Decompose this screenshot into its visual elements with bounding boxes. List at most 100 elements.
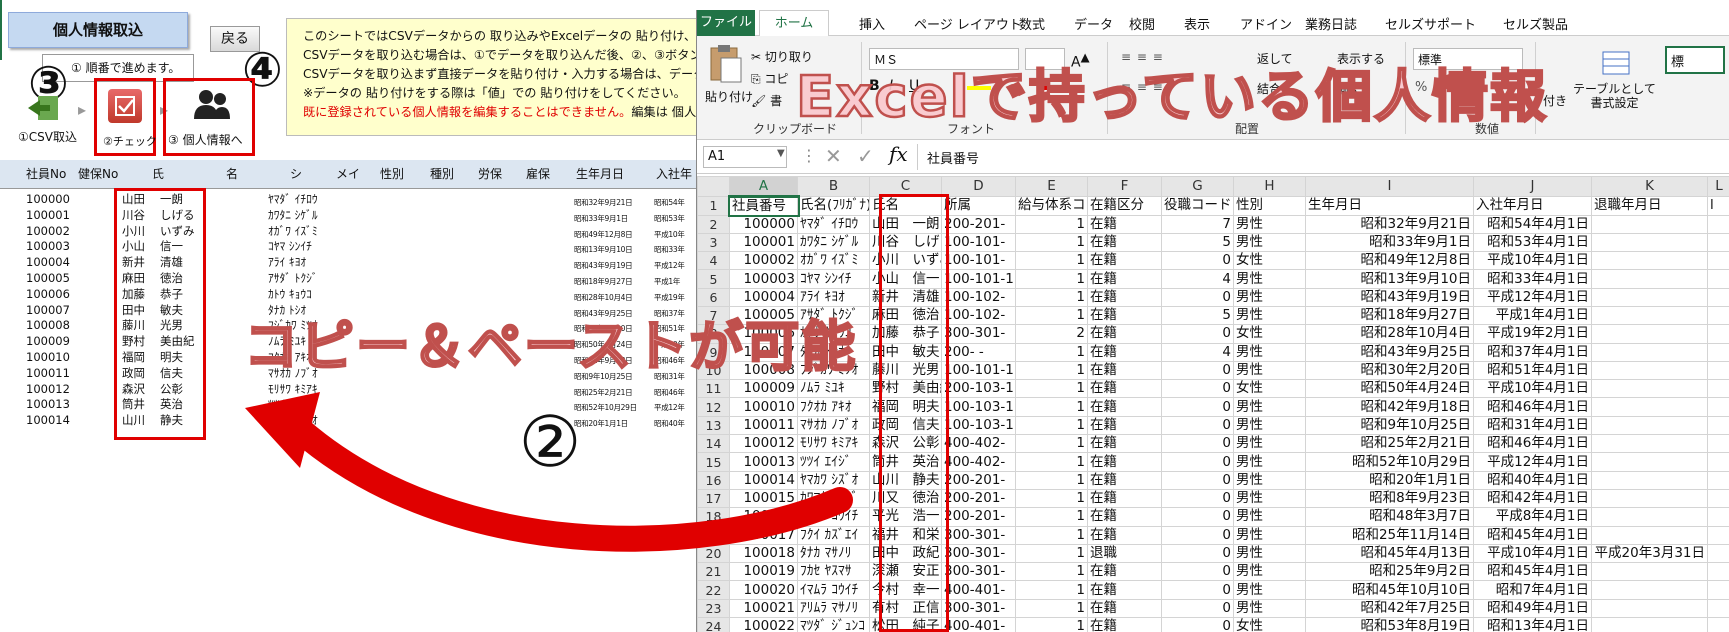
formula-input[interactable]: 社員番号 (927, 148, 979, 167)
cell[interactable]: 100-101-1 (941, 269, 1016, 289)
cell[interactable]: 平成10年4月1日 (1473, 379, 1592, 399)
cell[interactable]: ﾏｻｵｶ ﾉﾌﾞｵ (797, 415, 870, 436)
cell[interactable] (1591, 562, 1708, 582)
cell[interactable]: 400-402- (941, 452, 1016, 472)
cell[interactable]: 昭和28年10月4日 (1305, 324, 1474, 344)
cell[interactable]: 1 (1015, 452, 1088, 472)
cell[interactable]: ﾓﾘｻﾜ ｷﾐｱｷ (797, 434, 870, 454)
cell[interactable]: 男性 (1233, 360, 1306, 381)
cell[interactable] (1707, 232, 1729, 253)
header-cell[interactable]: 給与体系コ (1015, 196, 1088, 216)
cell[interactable]: 100000 (729, 214, 798, 234)
cell[interactable] (1591, 617, 1708, 632)
cell[interactable]: 女性 (1233, 617, 1306, 632)
cell[interactable]: 1 (1015, 580, 1088, 600)
paste-button[interactable]: 貼り付け (705, 44, 753, 116)
cell[interactable]: 在籍 (1087, 305, 1162, 326)
cell[interactable]: 男性 (1233, 562, 1306, 582)
cell[interactable]: 昭和30年2月20日 (1305, 360, 1474, 381)
cell[interactable]: 男性 (1233, 305, 1306, 326)
cell[interactable]: 100002 (729, 251, 798, 271)
cell[interactable]: 昭和48年3月7日 (1305, 507, 1474, 527)
cell[interactable]: 1 (1015, 488, 1088, 509)
header-cell[interactable]: 入社年月日 (1473, 196, 1592, 216)
row-header[interactable]: 20 (697, 543, 730, 564)
cell[interactable]: 男性 (1233, 434, 1306, 454)
tab-work-log[interactable]: 業務日誌 (1305, 14, 1357, 33)
cell[interactable] (1707, 525, 1729, 545)
cell[interactable]: 在籍 (1087, 580, 1162, 600)
cell[interactable]: ﾌｶｾ ﾔｽﾏｻ (797, 562, 870, 582)
cell[interactable] (1707, 324, 1729, 344)
cell[interactable]: 300-301- (941, 562, 1016, 582)
cell[interactable]: ﾔﾏｶﾜ ｼｽﾞｵ (797, 470, 870, 490)
cell[interactable]: 平成8年4月1日 (1473, 507, 1592, 527)
cell[interactable]: ﾌｸｲ ｶｽﾞｴｲ (797, 525, 870, 545)
cell[interactable]: 400-401- (941, 580, 1016, 600)
cell[interactable]: 男性 (1233, 598, 1306, 619)
cell[interactable]: 100015 (729, 488, 798, 509)
cell[interactable]: 昭和53年4月1日 (1473, 232, 1592, 253)
cell[interactable] (1707, 360, 1729, 381)
header-cell[interactable]: 在籍区分 (1087, 196, 1162, 216)
cell[interactable]: 在籍 (1087, 251, 1162, 271)
row-header[interactable]: 5 (697, 269, 730, 289)
cell[interactable]: 昭和42年9月18日 (1305, 397, 1474, 417)
cell[interactable] (1591, 452, 1708, 472)
column-header[interactable]: I (1305, 176, 1474, 197)
cell[interactable]: ﾏﾂﾀﾞ ｼﾞｭﾝｺ (797, 617, 870, 632)
cell[interactable]: 在籍 (1087, 397, 1162, 417)
cell[interactable]: 在籍 (1087, 342, 1162, 362)
cell[interactable]: 0 (1161, 379, 1234, 399)
cell[interactable]: 退職 (1087, 543, 1162, 564)
header-cell[interactable]: 生年月日 (1305, 196, 1474, 216)
cell[interactable]: 平成12年4月1日 (1473, 452, 1592, 472)
cell[interactable] (1707, 415, 1729, 436)
cell[interactable] (1707, 305, 1729, 326)
cell[interactable]: 在籍 (1087, 434, 1162, 454)
cell[interactable]: 1 (1015, 598, 1088, 619)
cell[interactable]: 昭和7年4月1日 (1473, 580, 1592, 600)
cell[interactable]: 400-402- (941, 434, 1016, 454)
cell[interactable]: 100003 (729, 269, 798, 289)
cell[interactable] (1591, 324, 1708, 344)
tab-home[interactable]: ホーム (759, 10, 829, 37)
cell[interactable]: 昭和53年8月19日 (1305, 617, 1474, 632)
cell[interactable]: 昭和31年4月1日 (1473, 415, 1592, 436)
header-cell[interactable]: 役職コード (1161, 196, 1234, 216)
cell[interactable]: ﾋﾗﾐﾂ ｺｳｲﾁ (797, 507, 870, 527)
tab-data[interactable]: データ (1074, 14, 1113, 33)
cell[interactable]: 1 (1015, 269, 1088, 289)
row-header[interactable]: 12 (697, 397, 730, 417)
cell[interactable]: 昭和43年9月19日 (1305, 287, 1474, 307)
column-header[interactable]: L (1707, 176, 1729, 197)
tab-formulas[interactable]: 数式 (1019, 14, 1045, 33)
cell[interactable]: 1 (1015, 543, 1088, 564)
cell[interactable]: 100011 (729, 415, 798, 436)
cell[interactable]: 昭和25年2月21日 (1305, 434, 1474, 454)
cell[interactable]: 1 (1015, 214, 1088, 234)
cell[interactable]: 在籍 (1087, 360, 1162, 381)
cell[interactable]: 昭和42年7月25日 (1305, 598, 1474, 619)
row-header[interactable]: 11 (697, 379, 730, 399)
cell[interactable]: 昭和45年4月13日 (1305, 543, 1474, 564)
cell[interactable]: 男性 (1233, 580, 1306, 600)
row-header[interactable]: 14 (697, 434, 730, 454)
cell[interactable]: 在籍 (1087, 379, 1162, 399)
table-format-button[interactable]: テーブルとして 書式設定 (1573, 82, 1656, 110)
select-all-corner[interactable] (697, 176, 730, 197)
cell[interactable]: 昭和40年4月1日 (1473, 470, 1592, 490)
cell[interactable]: ｶﾜﾀﾆ ｼｹﾞﾙ (797, 232, 870, 253)
cell[interactable]: 男性 (1233, 214, 1306, 234)
cell[interactable]: 在籍 (1087, 415, 1162, 436)
cell[interactable]: 平成20年3月31日 (1591, 543, 1708, 564)
cell[interactable]: 昭和45年10月10日 (1305, 580, 1474, 600)
cell[interactable] (1707, 580, 1729, 600)
tab-insert[interactable]: 挿入 (859, 14, 885, 33)
cell[interactable]: 昭和46年4月1日 (1473, 397, 1592, 417)
cell[interactable] (1591, 415, 1708, 436)
cell[interactable] (1591, 598, 1708, 619)
row-header[interactable]: 13 (697, 415, 730, 436)
cell[interactable]: 在籍 (1087, 617, 1162, 632)
cell[interactable] (1707, 434, 1729, 454)
